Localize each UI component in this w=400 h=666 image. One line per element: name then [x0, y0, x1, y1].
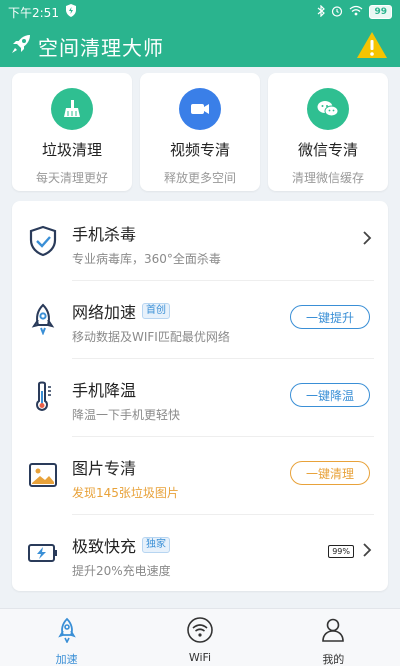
junk-clean-card[interactable]: 垃圾清理 每天清理更好 [12, 73, 132, 191]
bluetooth-icon [317, 4, 326, 20]
tools-list: 手机杀毒 专业病毒库，360°全面杀毒 网络加速 首创 移动数据及WIFI匹配最… [12, 201, 388, 591]
row-subtitle: 专业病毒库，360°全面杀毒 [72, 252, 221, 266]
chevron-right-icon [362, 230, 372, 250]
broom-icon [51, 88, 93, 130]
tab-boost[interactable]: 加速 [0, 609, 133, 666]
battery-charge-icon [26, 536, 60, 570]
exclusive-badge: 独家 [142, 537, 171, 553]
rocket-outline-icon [26, 302, 60, 336]
thermometer-icon [26, 380, 60, 414]
image-icon [26, 458, 60, 492]
card-subtitle: 释放更多空间 [163, 171, 236, 185]
row-title: 网络加速 [72, 303, 137, 322]
tab-label: WiFi [188, 651, 212, 664]
card-title: 垃圾清理 [41, 141, 102, 159]
wifi-icon [186, 617, 214, 647]
row-subtitle: 移动数据及WIFI匹配最优网络 [72, 330, 230, 344]
title-row: 空间清理大师 [0, 27, 400, 65]
bottom-tab-bar: 加速 WiFi 我的 [0, 608, 400, 666]
shield-status-icon [65, 4, 77, 20]
wechat-clean-card[interactable]: 微信专清 清理微信缓存 [268, 73, 388, 191]
list-item-cooling[interactable]: 手机降温 降温一下手机更轻快 一键降温 [12, 357, 388, 435]
row-subtitle: 降温一下手机更轻快 [72, 408, 181, 422]
boost-button[interactable]: 一键提升 [290, 305, 370, 329]
list-item-antivirus[interactable]: 手机杀毒 专业病毒库，360°全面杀毒 [12, 201, 388, 279]
shield-check-icon [26, 224, 60, 258]
card-title: 微信专清 [297, 141, 358, 159]
row-title: 图片专清 [72, 459, 137, 478]
new-badge: 首创 [142, 303, 171, 319]
battery-level-badge: 99% [328, 545, 354, 558]
warning-icon[interactable] [356, 31, 388, 63]
card-title: 视频专清 [169, 141, 230, 159]
video-icon [179, 88, 221, 130]
card-subtitle: 每天清理更好 [35, 171, 108, 185]
alarm-icon [331, 5, 343, 20]
wifi-status-icon [349, 5, 363, 19]
row-title-wrap: 网络加速 首创 [72, 299, 230, 323]
tab-profile[interactable]: 我的 [267, 609, 400, 666]
list-item-photo-clean[interactable]: 图片专清 发现145张垃圾图片 一键清理 [12, 435, 388, 513]
tab-wifi[interactable]: WiFi [133, 609, 266, 666]
rocket-tab-icon [55, 617, 79, 647]
app-title: 空间清理大师 [38, 35, 164, 60]
row-title-wrap: 极致快充 独家 [72, 533, 171, 557]
list-item-fast-charge[interactable]: 极致快充 独家 提升20%充电速度 99% [12, 513, 388, 591]
status-time: 下午2:51 [8, 5, 59, 20]
clean-photos-button[interactable]: 一键清理 [290, 461, 370, 485]
row-title: 手机杀毒 [72, 225, 137, 244]
row-subtitle: 提升20%充电速度 [72, 564, 171, 578]
status-bar: 下午2:51 99 [0, 0, 400, 24]
chevron-right-icon [362, 542, 372, 562]
video-clean-card[interactable]: 视频专清 释放更多空间 [140, 73, 260, 191]
row-title: 手机降温 [72, 381, 137, 400]
tab-label: 我的 [322, 653, 345, 666]
row-subtitle: 发现145张垃圾图片 [72, 486, 179, 500]
rocket-icon [10, 33, 32, 59]
battery-indicator: 99 [369, 5, 392, 19]
app-header: 下午2:51 99 空间清理大师 [0, 0, 400, 67]
tab-label: 加速 [55, 653, 78, 666]
row-title: 极致快充 [72, 537, 137, 556]
user-icon [320, 617, 346, 647]
list-item-network-boost[interactable]: 网络加速 首创 移动数据及WIFI匹配最优网络 一键提升 [12, 279, 388, 357]
card-subtitle: 清理微信缓存 [291, 171, 364, 185]
cool-down-button[interactable]: 一键降温 [290, 383, 370, 407]
wechat-icon [307, 88, 349, 130]
feature-cards: 垃圾清理 每天清理更好 视频专清 释放更多空间 微信专清 清理微信缓存 [12, 73, 388, 191]
